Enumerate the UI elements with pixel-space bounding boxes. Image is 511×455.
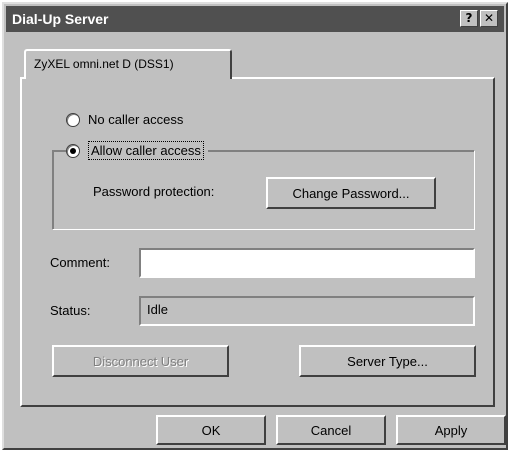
status-label: Status:	[50, 303, 91, 318]
window-title: Dial-Up Server	[12, 11, 109, 27]
title-bar[interactable]: Dial-Up Server ? ✕	[6, 6, 504, 32]
close-button[interactable]: ✕	[480, 10, 498, 27]
close-icon: ✕	[483, 11, 495, 25]
comment-label: Comment:	[50, 255, 110, 270]
allow-caller-access-radio[interactable]	[66, 143, 80, 158]
disconnect-user-button[interactable]: Disconnect User	[52, 345, 229, 377]
status-value: Idle	[147, 302, 168, 317]
help-button[interactable]: ?	[460, 10, 478, 27]
tab-modem[interactable]: ZyXEL omni.net D (DSS1)	[24, 49, 232, 79]
tab-label: ZyXEL omni.net D (DSS1)	[34, 57, 174, 71]
password-protection-label: Password protection:	[93, 184, 215, 199]
allow-caller-access-label: Allow caller access	[88, 141, 204, 160]
allow-caller-access-option[interactable]: Allow caller access	[66, 141, 208, 160]
status-field: Idle	[139, 296, 475, 326]
help-icon: ?	[465, 11, 473, 25]
server-type-button[interactable]: Server Type...	[299, 345, 476, 377]
ok-button[interactable]: OK	[156, 415, 266, 445]
no-caller-access-label: No caller access	[88, 112, 184, 127]
dialog-window: Dial-Up Server ? ✕ ZyXEL omni.net D (DSS…	[2, 2, 508, 450]
no-caller-access-option[interactable]: No caller access	[66, 112, 183, 127]
cancel-button[interactable]: Cancel	[276, 415, 386, 445]
change-password-button[interactable]: Change Password...	[266, 177, 436, 209]
no-caller-access-radio[interactable]	[66, 112, 80, 127]
apply-button[interactable]: Apply	[396, 415, 506, 445]
comment-input[interactable]	[139, 248, 475, 278]
